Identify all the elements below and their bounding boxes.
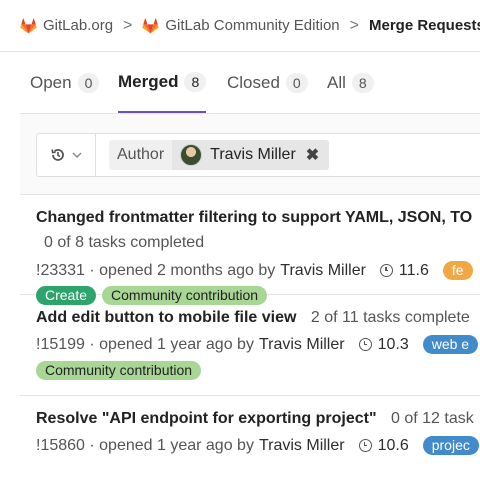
author-link[interactable]: Travis Miller xyxy=(280,262,366,280)
task-status: 2 of 11 tasks complete xyxy=(310,309,470,326)
author-link[interactable]: Travis Miller xyxy=(259,437,345,455)
mr-title-link[interactable]: Changed frontmatter filtering to support… xyxy=(36,209,472,226)
mr-reference: !15199 · opened 1 year ago by xyxy=(36,335,254,353)
list-item: Resolve "API endpoint for exporting proj… xyxy=(20,396,480,495)
gitlab-logo-icon xyxy=(20,17,37,34)
author-link[interactable]: Travis Miller xyxy=(259,336,345,354)
tab-open[interactable]: Open 0 xyxy=(30,53,100,112)
tab-label: All xyxy=(327,72,346,92)
token-name: Author xyxy=(109,140,173,170)
gitlab-logo-icon xyxy=(142,17,160,34)
breadcrumb-item-gitlab-ce[interactable]: GitLab Community Edition xyxy=(142,17,340,34)
merge-request-list: Changed frontmatter filtering to support… xyxy=(20,195,480,495)
state-tabs: Open 0 Merged 8 Closed 0 All 8 xyxy=(20,53,480,114)
label-badge[interactable]: projec xyxy=(422,436,479,455)
breadcrumb-separator: > xyxy=(123,16,133,34)
milestone-link[interactable]: 11.6 xyxy=(379,261,429,280)
milestone-link[interactable]: 10.6 xyxy=(358,436,409,455)
label-badge[interactable]: Community contribution xyxy=(36,361,202,380)
list-item: Add edit button to mobile file view 2 of… xyxy=(20,295,480,396)
mr-meta: !23331 · opened 2 months ago by Travis M… xyxy=(36,261,473,280)
remove-token-icon[interactable]: ✖ xyxy=(306,145,319,165)
milestone-link[interactable]: 10.3 xyxy=(358,335,409,354)
mr-title-link[interactable]: Add edit button to mobile file view xyxy=(36,309,296,326)
filter-bar: Author Travis Miller ✖ xyxy=(20,114,480,195)
mr-meta: !15860 · opened 1 year ago by Travis Mil… xyxy=(36,436,479,455)
label-badge[interactable]: fe xyxy=(442,261,473,280)
filtered-search-box[interactable]: Author Travis Miller ✖ xyxy=(36,133,480,177)
milestone-label: 10.3 xyxy=(377,335,409,353)
chevron-down-icon xyxy=(72,152,82,159)
tab-count-badge: 0 xyxy=(285,72,308,93)
breadcrumb-separator: > xyxy=(349,16,359,34)
token-value: Travis Miller ✖ xyxy=(172,140,330,170)
labels: Community contribution xyxy=(36,361,202,380)
recent-searches-button[interactable] xyxy=(37,134,96,176)
tab-count-badge: 8 xyxy=(351,72,374,93)
history-icon xyxy=(51,149,64,161)
tab-label: Open xyxy=(30,72,72,92)
tab-count-badge: 0 xyxy=(77,72,100,93)
mr-reference: !15860 · opened 1 year ago by xyxy=(36,436,254,454)
milestone-label: 10.6 xyxy=(377,436,409,454)
tab-all[interactable]: All 8 xyxy=(327,53,374,112)
tab-closed[interactable]: Closed 0 xyxy=(227,53,308,112)
breadcrumb-item-gitlab-org[interactable]: GitLab.org xyxy=(20,17,113,34)
tab-label: Merged xyxy=(118,72,179,91)
tab-count-badge: 8 xyxy=(184,72,207,92)
breadcrumb: GitLab.org > GitLab Community Edition > … xyxy=(0,0,480,52)
tab-label: Closed xyxy=(227,72,280,92)
clock-icon xyxy=(358,439,372,452)
tab-merged[interactable]: Merged 8 xyxy=(118,53,207,113)
breadcrumb-label: GitLab.org xyxy=(43,17,114,34)
breadcrumb-current[interactable]: Merge Requests xyxy=(369,17,480,34)
author-filter-token[interactable]: Author Travis Miller ✖ xyxy=(109,140,330,170)
breadcrumb-label: GitLab Community Edition xyxy=(165,17,340,34)
mr-title-link[interactable]: Resolve "API endpoint for exporting proj… xyxy=(36,410,377,427)
mr-meta: !15199 · opened 1 year ago by Travis Mil… xyxy=(36,335,479,354)
task-status: 0 of 12 task xyxy=(391,410,474,427)
clock-icon xyxy=(379,264,393,277)
milestone-label: 11.6 xyxy=(398,261,429,279)
list-item: Changed frontmatter filtering to support… xyxy=(20,195,480,305)
label-badge[interactable]: web e xyxy=(422,335,479,354)
clock-icon xyxy=(358,338,372,351)
task-status: 0 of 8 tasks completed xyxy=(44,234,205,251)
mr-reference: !23331 · opened 2 months ago by xyxy=(36,261,276,279)
token-author-name: Travis Miller xyxy=(210,146,296,163)
avatar xyxy=(180,144,203,166)
